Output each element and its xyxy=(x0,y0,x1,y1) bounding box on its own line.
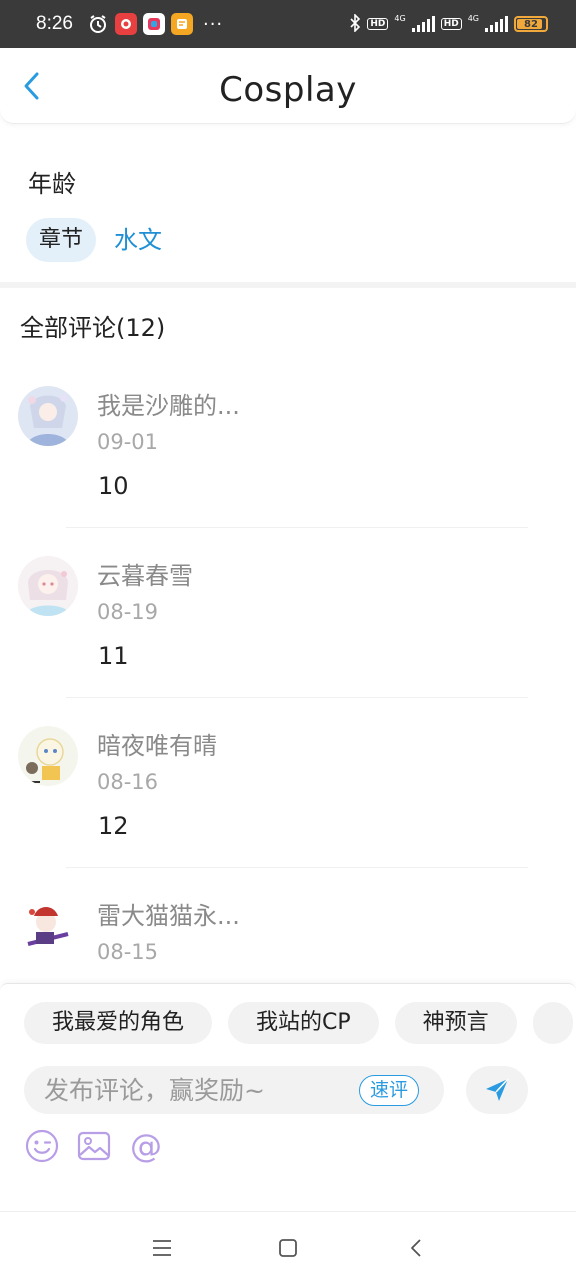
comment-text: 10 xyxy=(98,472,129,500)
send-button[interactable] xyxy=(466,1066,528,1114)
comment-input-wrapper: 速评 xyxy=(24,1066,444,1114)
section-divider xyxy=(0,282,576,288)
avatar[interactable] xyxy=(18,726,78,786)
status-right: HD 4G HD 4G 82 xyxy=(349,12,548,35)
comment-item[interactable]: 暗夜唯有晴 08-16 12 xyxy=(0,708,576,878)
battery-level: 82 xyxy=(524,18,538,30)
comment-username[interactable]: 云暮春雪 xyxy=(97,556,193,591)
emoji-button[interactable] xyxy=(24,1128,60,1164)
app-notification-icon xyxy=(114,13,137,35)
bluetooth-icon xyxy=(349,12,361,35)
avatar[interactable] xyxy=(18,896,78,956)
comment-divider xyxy=(66,527,528,528)
image-button[interactable] xyxy=(76,1128,112,1164)
comment-input[interactable] xyxy=(44,1066,354,1114)
image-icon xyxy=(77,1131,111,1161)
quick-review-button[interactable]: 速评 xyxy=(359,1075,420,1106)
status-bar: 8:26 ··· HD 4G HD 4G 82 xyxy=(0,0,576,48)
comment-item[interactable]: 云暮春雪 08-19 11 xyxy=(0,538,576,708)
composer-tools: @ xyxy=(24,1128,164,1164)
avatar[interactable] xyxy=(18,556,78,616)
comment-text: 11 xyxy=(98,642,129,670)
quick-chips: 我最爱的角色 我站的CP 神预言 xyxy=(24,1002,573,1044)
battery-icon: 82 xyxy=(514,16,548,32)
at-icon: @ xyxy=(130,1127,162,1165)
quick-chip-partial[interactable] xyxy=(532,1002,573,1044)
home-icon xyxy=(279,1239,297,1257)
send-icon xyxy=(486,1078,509,1101)
work-info-section: 年龄 章节 水文 xyxy=(0,124,576,282)
hd-badge: HD xyxy=(367,18,389,30)
comment-username[interactable]: 暗夜唯有晴 xyxy=(97,726,217,761)
comment-item[interactable]: 我是沙雕的... 09-01 10 xyxy=(0,368,576,538)
alarm-icon xyxy=(87,13,109,35)
comment-username[interactable]: 我是沙雕的... xyxy=(97,386,240,421)
menu-button[interactable] xyxy=(144,1230,180,1266)
emoji-icon xyxy=(25,1129,59,1163)
quick-chip[interactable]: 神预言 xyxy=(394,1002,517,1044)
menu-icon xyxy=(153,1240,171,1256)
app-notification-icon xyxy=(170,13,193,35)
comment-date: 08-19 xyxy=(97,600,159,624)
network-label: 4G xyxy=(394,13,406,23)
comments-title: 全部评论(12) xyxy=(20,314,166,342)
top-app-bar: Cosplay xyxy=(0,48,576,124)
category-link[interactable]: 水文 xyxy=(114,218,162,262)
more-notifications-icon: ··· xyxy=(202,13,224,35)
signal-icon xyxy=(485,16,508,32)
quick-chip[interactable]: 我最爱的角色 xyxy=(24,1002,213,1044)
quick-chip[interactable]: 我站的CP xyxy=(228,1002,379,1044)
app-notification-icon xyxy=(142,13,165,35)
page-title: Cosplay xyxy=(219,70,357,110)
comment-divider xyxy=(66,697,528,698)
status-time: 8:26 xyxy=(36,13,73,34)
comment-date: 08-16 xyxy=(97,770,159,794)
comment-text: 12 xyxy=(98,812,129,840)
comment-username[interactable]: 雷大猫猫永... xyxy=(97,896,240,931)
comment-composer: 我最爱的角色 我站的CP 神预言 速评 @ xyxy=(0,983,576,1211)
avatar[interactable] xyxy=(18,386,78,446)
comment-date: 09-01 xyxy=(97,430,159,454)
chapter-tag[interactable]: 章节 xyxy=(26,218,97,262)
signal-icon xyxy=(411,16,435,32)
comment-divider xyxy=(66,867,528,868)
home-button[interactable] xyxy=(270,1230,306,1266)
system-back-button[interactable] xyxy=(398,1230,434,1266)
comment-date: 08-15 xyxy=(97,940,159,964)
system-nav-bar xyxy=(0,1211,576,1280)
info-label: 年龄 xyxy=(28,170,76,198)
back-icon xyxy=(411,1239,421,1257)
mention-button[interactable]: @ xyxy=(128,1128,164,1164)
network-label: 4G xyxy=(467,13,479,23)
hd-badge: HD xyxy=(440,18,462,30)
